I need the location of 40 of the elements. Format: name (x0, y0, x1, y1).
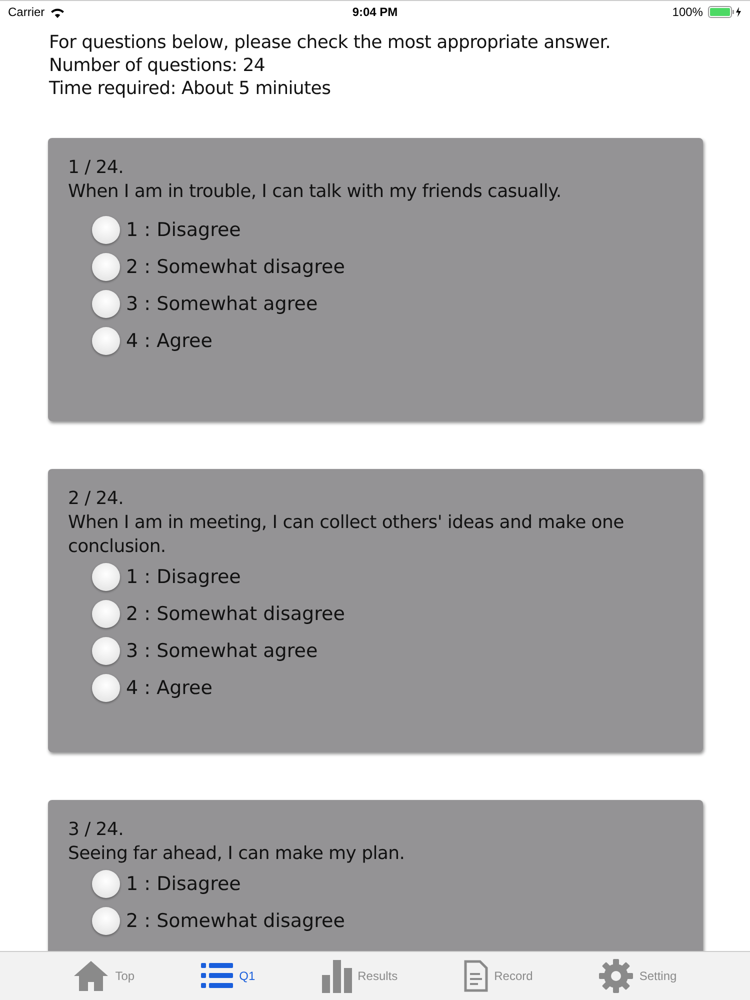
option-label[interactable]: 4 : Agree (126, 677, 212, 699)
battery-percent: 100% (672, 5, 703, 19)
gear-icon (599, 959, 634, 993)
radio-button[interactable] (92, 637, 120, 665)
radio-button[interactable] (92, 327, 120, 355)
question-text: When I am in trouble, I can talk with my friends casually. (68, 180, 562, 204)
list-icon (201, 962, 234, 990)
option-label[interactable]: 1 : Disagree (126, 219, 241, 241)
radio-button[interactable] (92, 674, 120, 702)
bar-chart-icon (322, 960, 352, 992)
battery-charging-icon (708, 6, 742, 18)
instruction-text: Time required: About 5 miniutes (49, 77, 332, 100)
instruction-text: Number of questions: 24 (49, 54, 266, 77)
document-icon (464, 960, 488, 992)
question-number: 2 / 24. (68, 487, 124, 511)
wifi-icon (50, 6, 65, 18)
option-label[interactable]: 3 : Somewhat agree (126, 293, 318, 315)
house-icon (73, 960, 110, 992)
option-label[interactable]: 2 : Somewhat disagree (126, 256, 345, 278)
radio-button[interactable] (92, 600, 120, 628)
radio-button[interactable] (92, 253, 120, 281)
tab[interactable]: Q1 (201, 962, 256, 990)
carrier-label: Carrier (8, 5, 45, 19)
option-label[interactable]: 2 : Somewhat disagree (126, 603, 345, 625)
clock: 9:04 PM (352, 5, 398, 19)
radio-button[interactable] (92, 870, 120, 898)
option-label[interactable]: 2 : Somewhat disagree (126, 910, 345, 932)
option-label[interactable]: 4 : Agree (126, 330, 212, 352)
radio-button[interactable] (92, 216, 120, 244)
option-label[interactable]: 3 : Somewhat agree (126, 640, 318, 662)
radio-button[interactable] (92, 563, 120, 591)
instruction-text: For questions below, please check the most appropriate answer. (49, 31, 612, 54)
radio-button[interactable] (92, 290, 120, 318)
option-label[interactable]: 1 : Disagree (126, 873, 241, 895)
question-number: 3 / 24. (68, 818, 124, 842)
question-text: When I am in meeting, I can collect others' ideas and make one conclusion. (68, 511, 625, 559)
option-label[interactable]: 1 : Disagree (126, 566, 241, 588)
question-text: Seeing far ahead, I can make my plan. (68, 842, 406, 866)
question-number: 1 / 24. (68, 156, 124, 180)
radio-button[interactable] (92, 907, 120, 935)
